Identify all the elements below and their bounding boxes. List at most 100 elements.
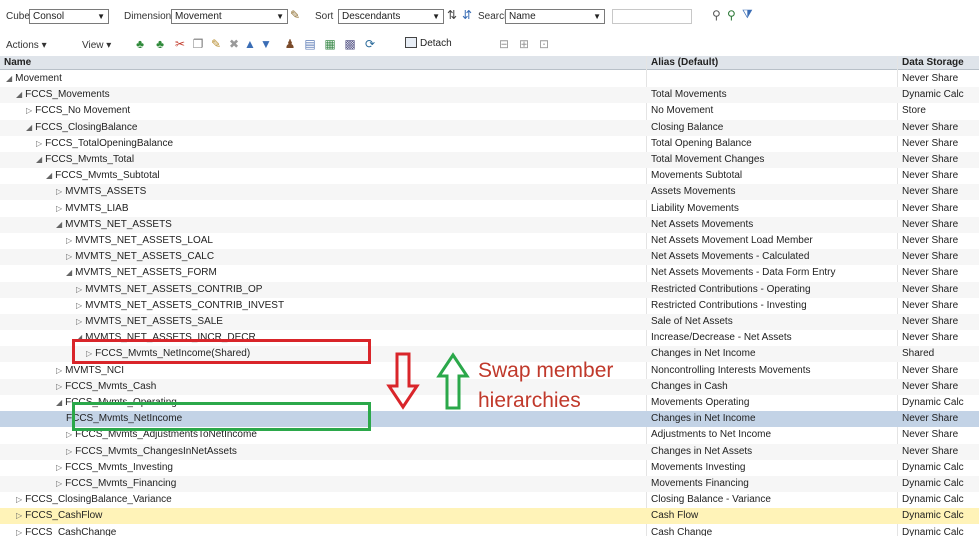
hierarchy-icon[interactable]: ▦ [323,37,337,51]
table-row[interactable]: ▷ FCCS_CashChange Cash Change Dynamic Calc [0,525,979,536]
collapsed-node-icon[interactable]: ▷ [36,139,42,148]
expanded-node-icon[interactable]: ◢ [6,74,12,83]
edit-pencil-icon[interactable]: ✎ [290,8,300,22]
wrap-icon[interactable]: ⊞ [517,37,531,51]
collapsed-node-icon[interactable]: ▷ [66,430,72,439]
collapsed-node-icon[interactable]: ▷ [66,236,72,245]
table-row[interactable]: ▷ MVMTS_NET_ASSETS_CONTRIB_INVEST Restrict… [0,298,979,314]
expanded-node-icon[interactable]: ◢ [66,268,72,277]
expanded-node-icon[interactable]: ◢ [36,155,42,164]
edit-icon[interactable]: ✎ [209,37,223,51]
move-up-icon[interactable]: ▲ [243,37,257,51]
table-row[interactable]: ▷ MVMTS_NET_ASSETS_CALC Net Assets Movemen… [0,249,979,266]
expanded-node-icon[interactable]: ◢ [56,398,62,407]
actions-menu[interactable]: Actions ▾ [6,40,47,51]
add-child-icon[interactable]: ♣ [133,37,147,51]
collapsed-node-icon[interactable]: ▷ [56,382,62,391]
table-row[interactable]: ▷ FCCS_Mvmts_ChangesInNetAssets Changes in… [0,443,979,460]
table-row[interactable]: ▷ FCCS_TotalOpeningBalance Total Opening B… [0,136,979,152]
member-name-cell[interactable]: ▷ FCCS_ClosingBalance_Variance [16,494,172,505]
add-sibling-icon[interactable]: ♣ [153,37,167,51]
search-input[interactable] [612,9,692,24]
column-header-name[interactable]: Name [4,57,31,68]
cube-select[interactable]: Consol ▼ [29,9,109,24]
cut-icon[interactable]: ✂ [173,37,187,51]
collapsed-node-icon[interactable]: ▷ [16,495,22,504]
expanded-node-icon[interactable]: ◢ [46,171,52,180]
freeze-icon[interactable]: ⊟ [497,37,511,51]
table-row[interactable]: ◢ FCCS_Movements Total Movements Dynamic Ca… [0,87,979,104]
binoculars-icon[interactable]: ⚲ [712,8,721,22]
member-name-cell[interactable]: ◢ Movement [6,73,62,84]
member-name-cell[interactable]: ◢ MVMTS_NET_ASSETS [56,219,172,230]
column-header-alias[interactable]: Alias (Default) [651,57,718,68]
dimension-select[interactable]: Movement ▼ [171,9,288,24]
expanded-node-icon[interactable]: ◢ [16,90,22,99]
member-name-cell[interactable]: ◢ FCCS_Mvmts_Subtotal [46,170,160,181]
expand-icon[interactable]: ⊡ [537,37,551,51]
sort-descending-icon[interactable]: ⇵ [462,8,472,22]
refresh-icon[interactable]: ⟳ [363,37,377,51]
collapsed-node-icon[interactable]: ▷ [66,447,72,456]
sort-select[interactable]: Descendants ▼ [338,9,444,24]
member-name-cell[interactable]: ◢ FCCS_Mvmts_Total [36,154,134,165]
copy-icon[interactable]: ❐ [191,37,205,51]
table-row[interactable]: ▷ MVMTS_ASSETS Assets Movements Never Share [0,184,979,201]
member-name-cell[interactable]: ▷ MVMTS_LIAB [56,203,129,214]
table-row[interactable]: ◢ FCCS_Mvmts_Subtotal Movements Subtotal Ne… [0,168,979,184]
collapsed-node-icon[interactable]: ▷ [56,479,62,488]
member-name-cell[interactable]: ▷ FCCS_TotalOpeningBalance [36,138,173,149]
sort-ascending-icon[interactable]: ⇅ [447,8,457,22]
table-row[interactable]: ◢ MVMTS_NET_ASSETS_FORM Net Assets Movemen… [0,265,979,281]
table-row[interactable]: ▷ FCCS_Mvmts_Investing Movements Investing… [0,460,979,476]
collapsed-node-icon[interactable]: ▷ [16,511,22,520]
table-row[interactable]: ▷ MVMTS_NET_ASSETS_CONTRIB_OP Restricted C… [0,281,979,298]
table-row[interactable]: ▷ FCCS_No Movement No Movement Store [0,103,979,119]
delete-icon[interactable]: ✖ [227,37,241,51]
table-row[interactable]: ▷ FCCS_ClosingBalance_Variance Closing Bal… [0,492,979,508]
expanded-node-icon[interactable]: ◢ [26,123,32,132]
table-row[interactable]: ▷ FCCS_Mvmts_Financing Movements Financing… [0,476,979,492]
table-row[interactable]: ▷ FCCS_CashFlow Cash Flow Dynamic Calc [0,508,979,525]
table-row[interactable]: ◢ FCCS_ClosingBalance Closing Balance Never… [0,119,979,136]
collapsed-node-icon[interactable]: ▷ [16,528,22,536]
expanded-node-icon[interactable]: ◢ [56,220,62,229]
table-row[interactable]: ◢ FCCS_Mvmts_Total Total Movement Changes N… [0,152,979,168]
move-down-icon[interactable]: ▼ [259,37,273,51]
member-name-cell[interactable]: ▷ FCCS_Mvmts_Cash [56,381,156,392]
member-name-cell[interactable]: ◢ FCCS_Movements [16,89,110,100]
column-header-storage[interactable]: Data Storage [902,57,964,68]
view-menu[interactable]: View ▾ [82,40,111,51]
member-name-cell[interactable]: ▷ MVMTS_NET_ASSETS_CONTRIB_OP [76,284,262,295]
table-row[interactable]: ◢ MVMTS_NET_ASSETS Net Assets Movements Nev… [0,216,979,233]
table-row[interactable]: ▷ MVMTS_LIAB Liability Movements Never Shar… [0,201,979,217]
member-name-cell[interactable]: ▷ FCCS_CashFlow [16,510,102,521]
member-name-cell[interactable]: ▷ FCCS_Mvmts_Investing [56,462,173,473]
collapsed-node-icon[interactable]: ▷ [56,187,62,196]
filter-icon[interactable]: ⧩ [742,7,753,21]
member-name-cell[interactable]: ▷ FCCS_Mvmts_AdjustmentsToNetIncome [66,429,257,440]
collapsed-node-icon[interactable]: ▷ [66,252,72,261]
properties-icon[interactable]: ▤ [303,37,317,51]
member-name-cell[interactable]: ▷ FCCS_No Movement [26,105,130,116]
collapsed-node-icon[interactable]: ▷ [26,106,32,115]
table-row[interactable]: ▷ MVMTS_NET_ASSETS_SALE Sale of Net Assets… [0,314,979,330]
find-next-icon[interactable]: ⚲ [727,8,736,22]
table-row[interactable]: ◢ Movement Never Share [0,71,979,87]
member-name-cell[interactable]: ▷ FCCS_CashChange [16,527,116,536]
member-name-cell[interactable]: ▷ MVMTS_ASSETS [56,186,146,197]
collapsed-node-icon[interactable]: ▷ [56,463,62,472]
table-row[interactable]: ▷ MVMTS_NET_ASSETS_LOAL Net Assets Movemen… [0,233,979,249]
member-name-cell[interactable]: ▷ MVMTS_NET_ASSETS_SALE [76,316,223,327]
member-name-cell[interactable]: ▷ MVMTS_NET_ASSETS_LOAL [66,235,213,246]
member-name-cell[interactable]: ▷ FCCS_Mvmts_Financing [56,478,176,489]
search-field-select[interactable]: Name ▼ [505,9,605,24]
collapsed-node-icon[interactable]: ▷ [56,366,62,375]
member-name-cell[interactable]: ▷ FCCS_Mvmts_ChangesInNetAssets [66,446,237,457]
collapsed-node-icon[interactable]: ▷ [76,285,82,294]
member-name-cell[interactable]: ▷ MVMTS_NET_ASSETS_CALC [66,251,214,262]
member-name-cell[interactable]: ▷ MVMTS_NET_ASSETS_CONTRIB_INVEST [76,300,284,311]
grid-icon[interactable]: ▩ [343,37,357,51]
shared-member-icon[interactable]: ♟ [283,37,297,51]
detach-button[interactable]: Detach [405,37,452,49]
